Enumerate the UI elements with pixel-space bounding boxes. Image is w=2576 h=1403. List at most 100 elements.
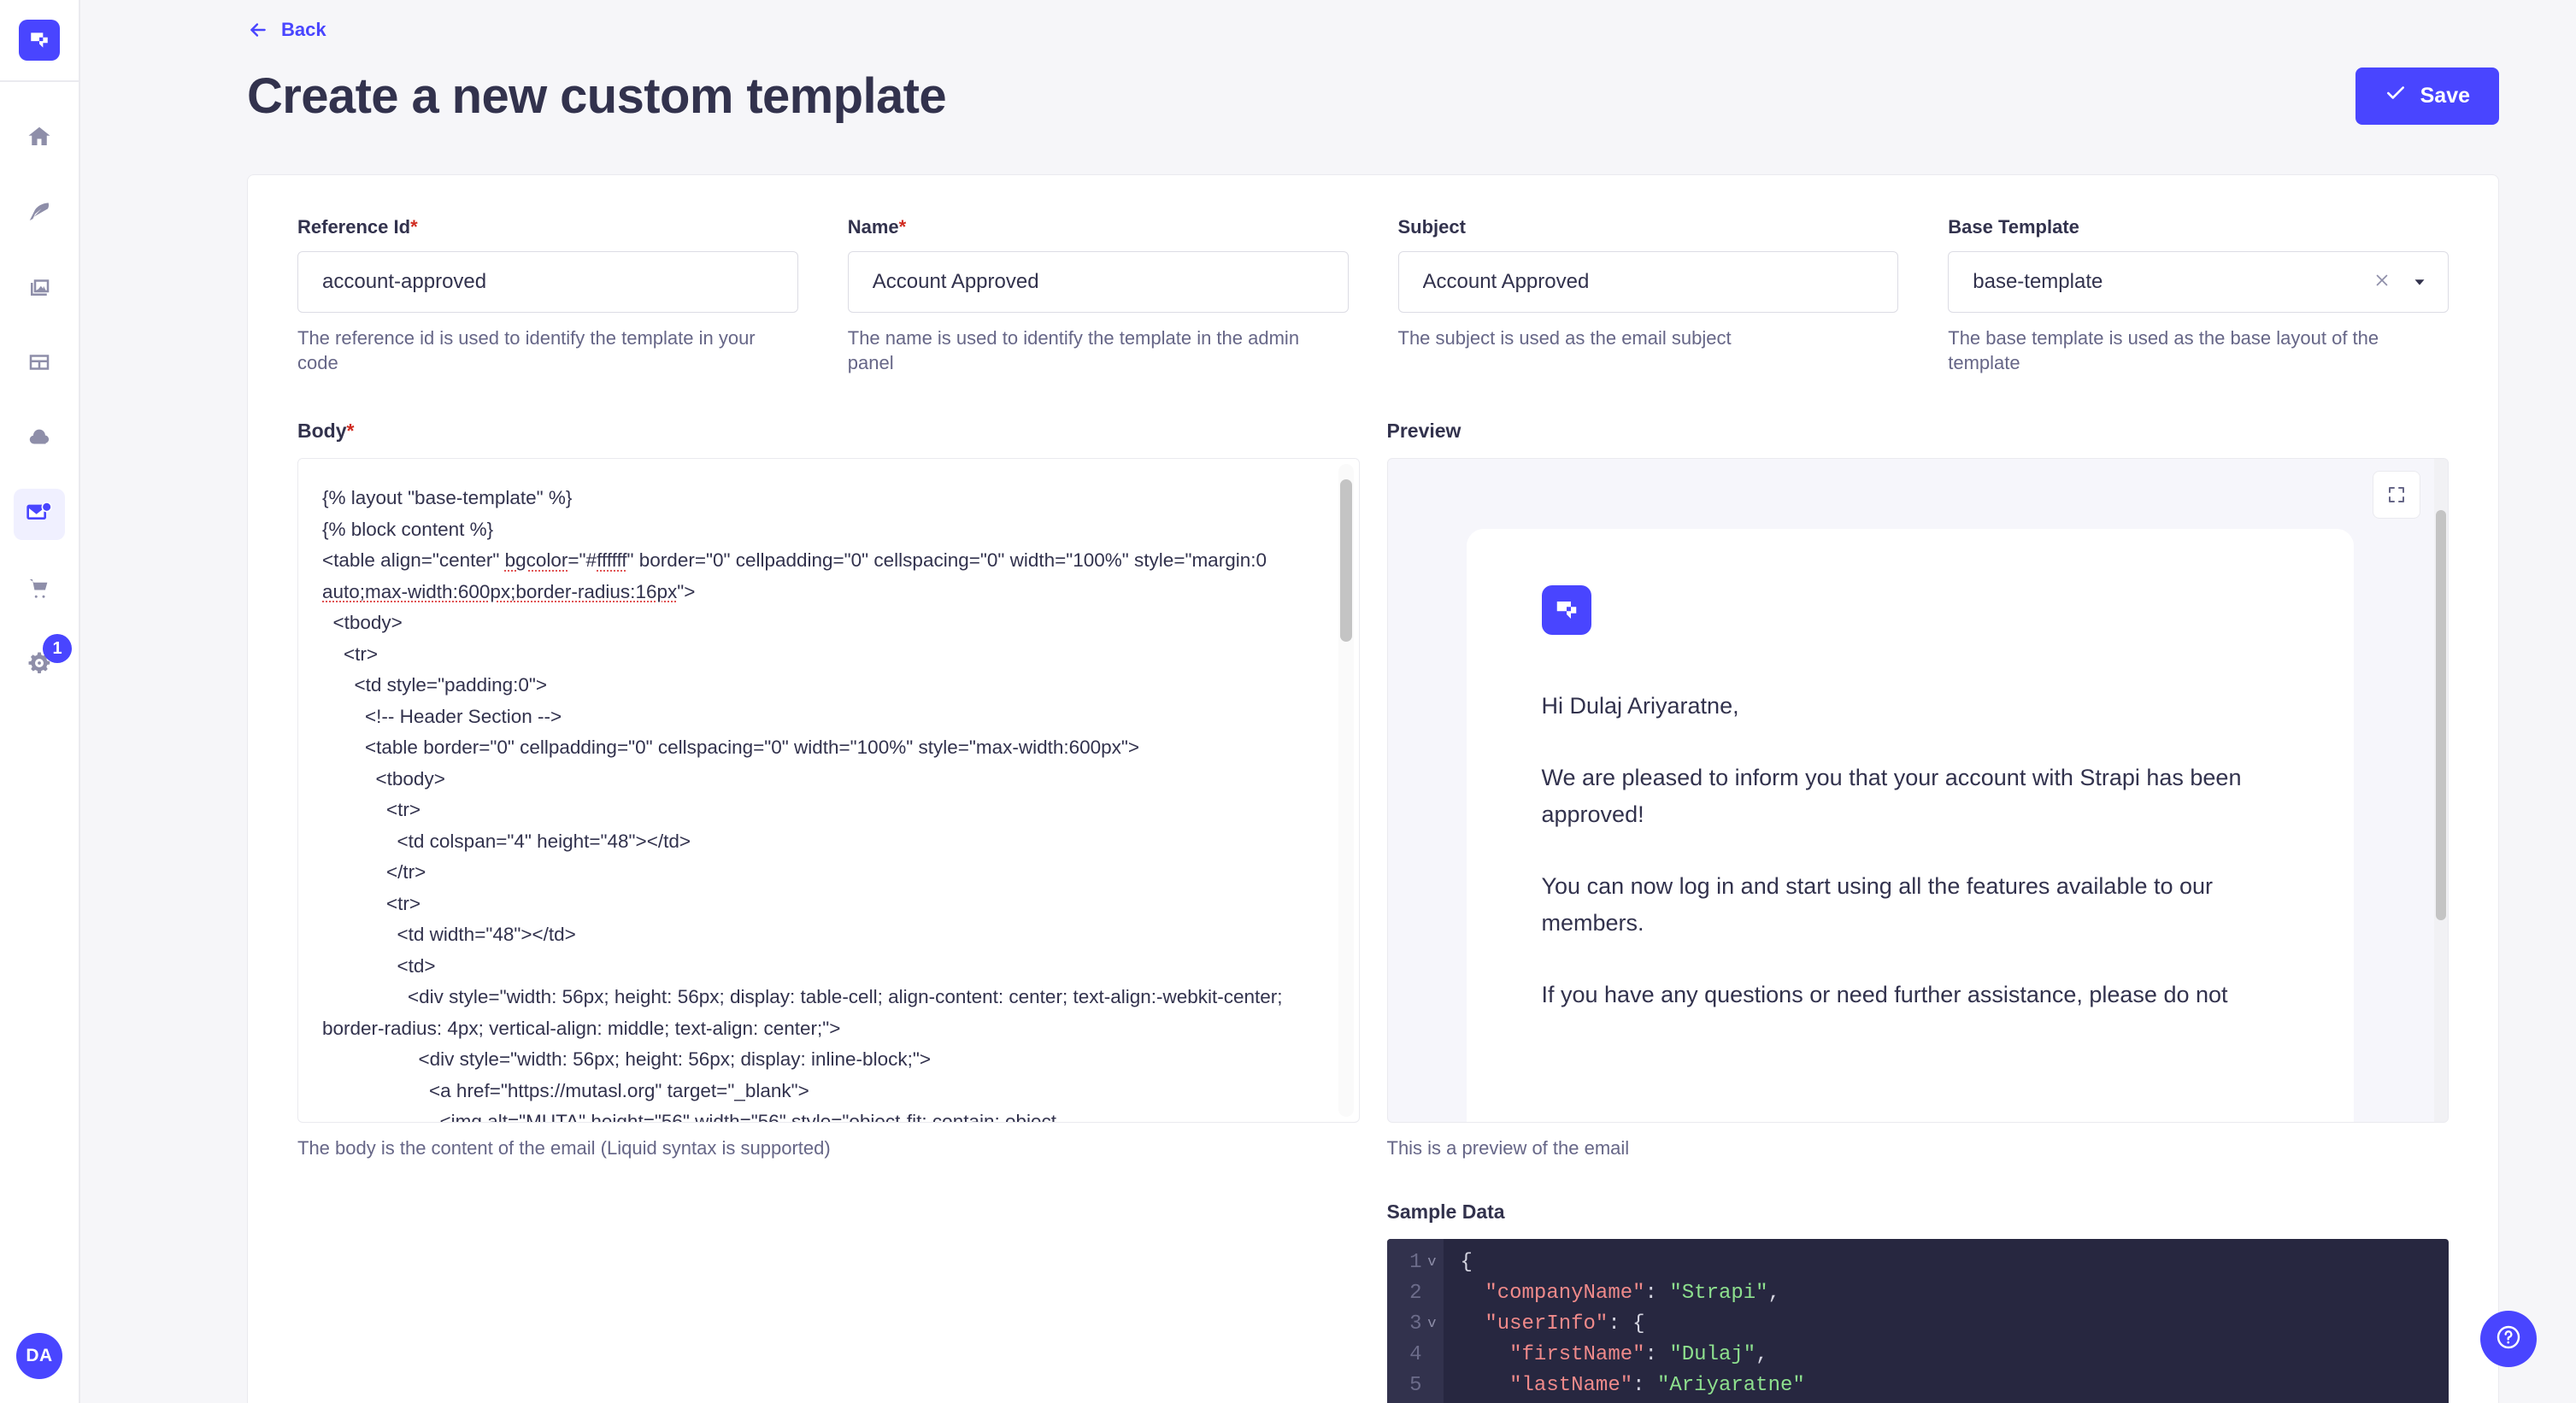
email-paragraph: Hi Dulaj Ariyaratne, xyxy=(1542,688,2279,725)
fullscreen-icon[interactable] xyxy=(2373,471,2420,519)
preview-panel: Hi Dulaj Ariyaratne, We are pleased to i… xyxy=(1387,458,2450,1123)
body-column: Body* {% layout "base-template" %}{% blo… xyxy=(297,420,1360,1403)
main-sidebar: 1 DA xyxy=(0,0,80,1403)
body-label-text: Body xyxy=(297,420,347,442)
field-name: Name* The name is used to identify the t… xyxy=(848,216,1349,375)
top-bar: Back xyxy=(80,0,2576,45)
email-preview-card: Hi Dulaj Ariyaratne, We are pleased to i… xyxy=(1467,529,2355,1123)
sample-data-section: Sample Data 1v23v4567 { "companyName": "… xyxy=(1387,1200,2450,1403)
code-line: <tbody> xyxy=(322,764,1320,795)
code-line: <tbody> xyxy=(322,608,1320,639)
field-reference-id: Reference Id* The reference id is used t… xyxy=(297,216,798,375)
json-code-line: { xyxy=(1461,1247,1805,1278)
preview-column: Preview xyxy=(1387,420,2450,1403)
code-line: <td colspan="4" height="48"></td> xyxy=(322,826,1320,858)
json-code-line: "companyName": "Strapi", xyxy=(1461,1278,1805,1309)
email-paragraph: You can now log in and start using all t… xyxy=(1542,868,2279,942)
strapi-logo-icon xyxy=(1542,585,1591,635)
field-base-template: Base Template base-template The base tem… xyxy=(1948,216,2449,375)
cloud-icon xyxy=(26,425,52,455)
body-label: Body* xyxy=(297,420,1360,443)
name-hint: The name is used to identify the templat… xyxy=(848,326,1349,375)
avatar[interactable]: DA xyxy=(16,1333,62,1379)
sample-data-label: Sample Data xyxy=(1387,1200,2450,1224)
code-line: <!-- Header Section --> xyxy=(322,702,1320,733)
brand-area xyxy=(0,0,79,82)
feather-pen-icon xyxy=(26,199,52,229)
app-root: 1 DA Back Create a new custom template S… xyxy=(0,0,2576,1403)
body-code-text[interactable]: {% layout "base-template" %}{% block con… xyxy=(298,459,1359,1123)
subject-input[interactable] xyxy=(1398,251,1899,313)
sidebar-item-content-type-builder[interactable] xyxy=(14,338,65,390)
save-button[interactable]: Save xyxy=(2355,68,2499,125)
code-line: <div style="width: 56px; height: 56px; d… xyxy=(322,982,1320,1044)
name-input[interactable] xyxy=(848,251,1349,313)
code-line: <td style="padding:0"> xyxy=(322,670,1320,702)
code-line: <td> xyxy=(322,951,1320,983)
code-line: <img alt="MUTA" height="56" width="56" s… xyxy=(322,1107,1320,1123)
email-paragraph: If you have any questions or need furthe… xyxy=(1542,977,2279,1013)
body-code-editor[interactable]: {% layout "base-template" %}{% block con… xyxy=(297,458,1360,1123)
help-button[interactable] xyxy=(2480,1311,2537,1367)
preview-scrollbar-track[interactable] xyxy=(2434,459,2448,1122)
save-label: Save xyxy=(2420,84,2470,109)
user-avatar-area: DA xyxy=(0,1333,79,1379)
required-asterisk: * xyxy=(347,420,355,442)
code-line: <table align="center" bgcolor="#ffffff" … xyxy=(322,545,1320,608)
sample-data-code[interactable]: { "companyName": "Strapi", "userInfo": {… xyxy=(1444,1239,1805,1403)
sidebar-item-home[interactable] xyxy=(14,113,65,164)
gutter-line-number: 5 xyxy=(1387,1371,1444,1401)
fold-toggle-icon[interactable]: v xyxy=(1426,1309,1437,1340)
base-template-value: base-template xyxy=(1973,270,2359,294)
back-label: Back xyxy=(281,19,326,41)
code-line: <tr> xyxy=(322,639,1320,671)
code-line: <td width="48"></td> xyxy=(322,919,1320,951)
page-title: Create a new custom template xyxy=(247,68,946,125)
editor-row: Body* {% layout "base-template" %}{% blo… xyxy=(297,420,2449,1403)
subject-label: Subject xyxy=(1398,216,1899,238)
preview-hint: This is a preview of the email xyxy=(1387,1136,2450,1161)
email-paragraph: We are pleased to inform you that your a… xyxy=(1542,760,2279,833)
fold-toggle-icon[interactable]: v xyxy=(1426,1247,1437,1278)
code-line: <div style="width: 56px; height: 56px; d… xyxy=(322,1044,1320,1076)
body-scrollbar-track[interactable] xyxy=(1338,464,1354,1117)
envelope-icon xyxy=(26,499,53,531)
reference-id-label: Reference Id* xyxy=(297,216,798,238)
json-code-line: "lastName": "Ariyaratne" xyxy=(1461,1371,1805,1401)
preview-scrollbar-thumb[interactable] xyxy=(2436,510,2446,920)
name-label-text: Name xyxy=(848,216,899,238)
strapi-logo-icon[interactable] xyxy=(19,20,60,61)
layout-icon xyxy=(26,349,52,379)
reference-id-label-text: Reference Id xyxy=(297,216,410,238)
image-icon xyxy=(26,274,52,304)
code-line: <a href="https://mutasl.org" target="_bl… xyxy=(322,1076,1320,1107)
reference-id-input[interactable] xyxy=(297,251,798,313)
code-line: </tr> xyxy=(322,857,1320,889)
settings-badge: 1 xyxy=(43,634,72,663)
close-icon[interactable] xyxy=(2359,270,2405,294)
code-line: {% block content %} xyxy=(322,514,1320,546)
question-mark-icon xyxy=(2495,1324,2522,1355)
sample-data-gutter: 1v23v4567 xyxy=(1387,1239,1444,1403)
back-button[interactable]: Back xyxy=(247,19,326,41)
field-subject: Subject The subject is used as the email… xyxy=(1398,216,1899,375)
code-line: <tr> xyxy=(322,795,1320,826)
chevron-down-icon[interactable] xyxy=(2405,273,2429,291)
sidebar-item-cloud[interactable] xyxy=(14,414,65,465)
sidebar-item-marketplace[interactable] xyxy=(14,564,65,615)
required-asterisk: * xyxy=(899,216,907,238)
name-label: Name* xyxy=(848,216,1349,238)
title-row: Create a new custom template Save xyxy=(80,45,2576,125)
sidebar-item-media-library[interactable] xyxy=(14,263,65,314)
arrow-left-icon xyxy=(247,19,269,41)
field-row: Reference Id* The reference id is used t… xyxy=(297,216,2449,375)
main-content: Back Create a new custom template Save R… xyxy=(80,0,2576,1403)
sample-data-editor[interactable]: 1v23v4567 { "companyName": "Strapi", "us… xyxy=(1387,1239,2450,1403)
sidebar-item-settings[interactable]: 1 xyxy=(14,639,65,690)
subject-hint: The subject is used as the email subject xyxy=(1398,326,1899,351)
sidebar-item-content-manager[interactable] xyxy=(14,188,65,239)
base-template-select[interactable]: base-template xyxy=(1948,251,2449,313)
sidebar-item-email-designer[interactable] xyxy=(14,489,65,540)
gutter-line-number: 3v xyxy=(1387,1309,1444,1340)
body-scrollbar-thumb[interactable] xyxy=(1340,479,1352,642)
